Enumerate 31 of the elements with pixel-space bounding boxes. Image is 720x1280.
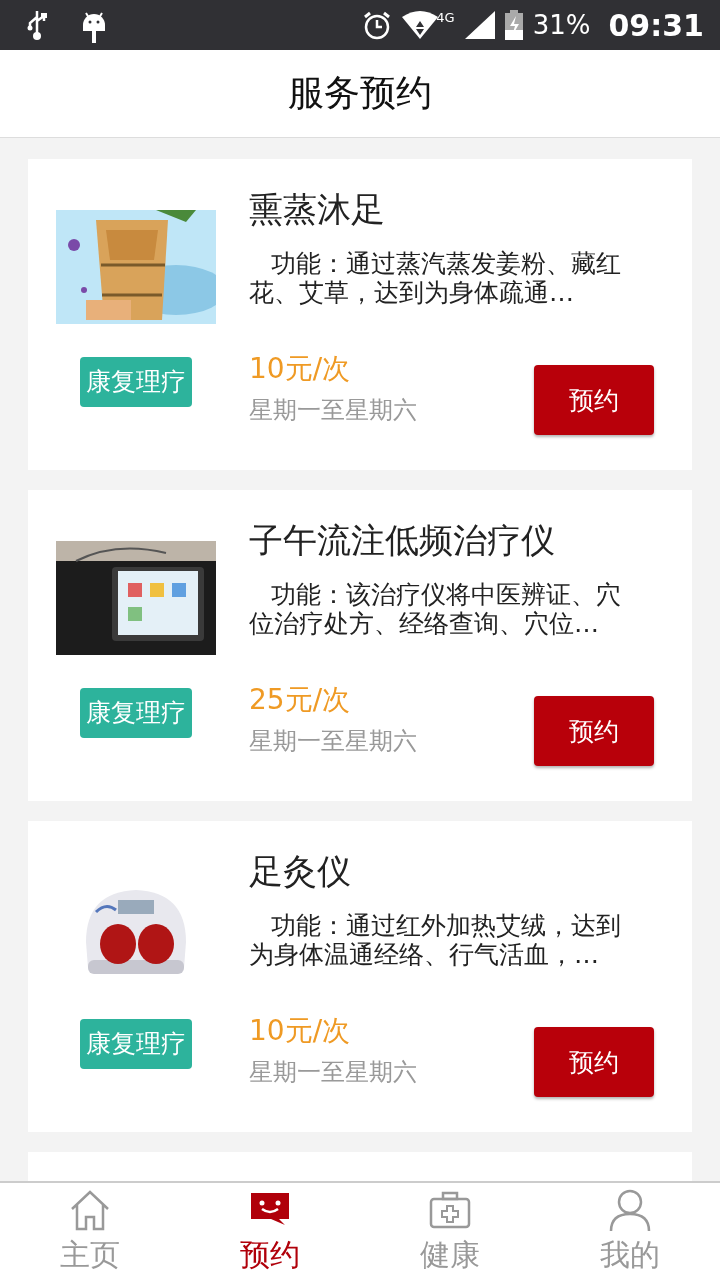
service-description: 功能：该治疗仪将中医辨证、穴位治疗处方、经络查询、穴位… (249, 580, 622, 638)
service-schedule: 星期一至星期六 (249, 1057, 417, 1088)
network-label: 4G (436, 10, 455, 25)
home-icon (69, 1189, 111, 1231)
service-description: 功能：通过蒸汽蒸发姜粉、藏红花、艾草，达到为身体疏通… (249, 249, 622, 307)
alarm-icon (362, 10, 393, 40)
usb-icon (26, 9, 48, 41)
category-tag: 康复理疗 (80, 357, 192, 407)
category-tag: 康复理疗 (80, 1019, 192, 1069)
service-description: 功能：通过红外加热艾绒，达到为身体温通经络、行气活血，… (249, 911, 622, 969)
service-schedule: 星期一至星期六 (249, 726, 417, 757)
battery-percent: 31% (532, 10, 591, 40)
service-price: 10元/次 (249, 351, 352, 387)
service-title: 熏蒸沐足 (249, 189, 386, 229)
user-icon (609, 1189, 651, 1231)
service-title: 足灸仪 (249, 851, 352, 891)
battery-icon (504, 10, 523, 40)
tab-item[interactable]: 预约 (180, 1183, 360, 1280)
category-tag: 康复理疗 (80, 688, 192, 738)
book-button[interactable]: 预约 (534, 365, 654, 435)
service-price: 25元/次 (249, 682, 352, 718)
service-price: 10元/次 (249, 1013, 352, 1049)
wifi-icon (402, 11, 439, 39)
clock-time: 09:31 (608, 7, 704, 43)
book-button[interactable]: 预约 (534, 696, 654, 766)
service-schedule: 星期一至星期六 (249, 395, 417, 426)
service-title: 子午流注低频治疗仪 (249, 520, 556, 560)
page-title: 服务预约 (288, 71, 432, 115)
book-button[interactable]: 预约 (534, 1027, 654, 1097)
signal-icon (464, 11, 495, 39)
medical-kit-icon (429, 1189, 471, 1231)
